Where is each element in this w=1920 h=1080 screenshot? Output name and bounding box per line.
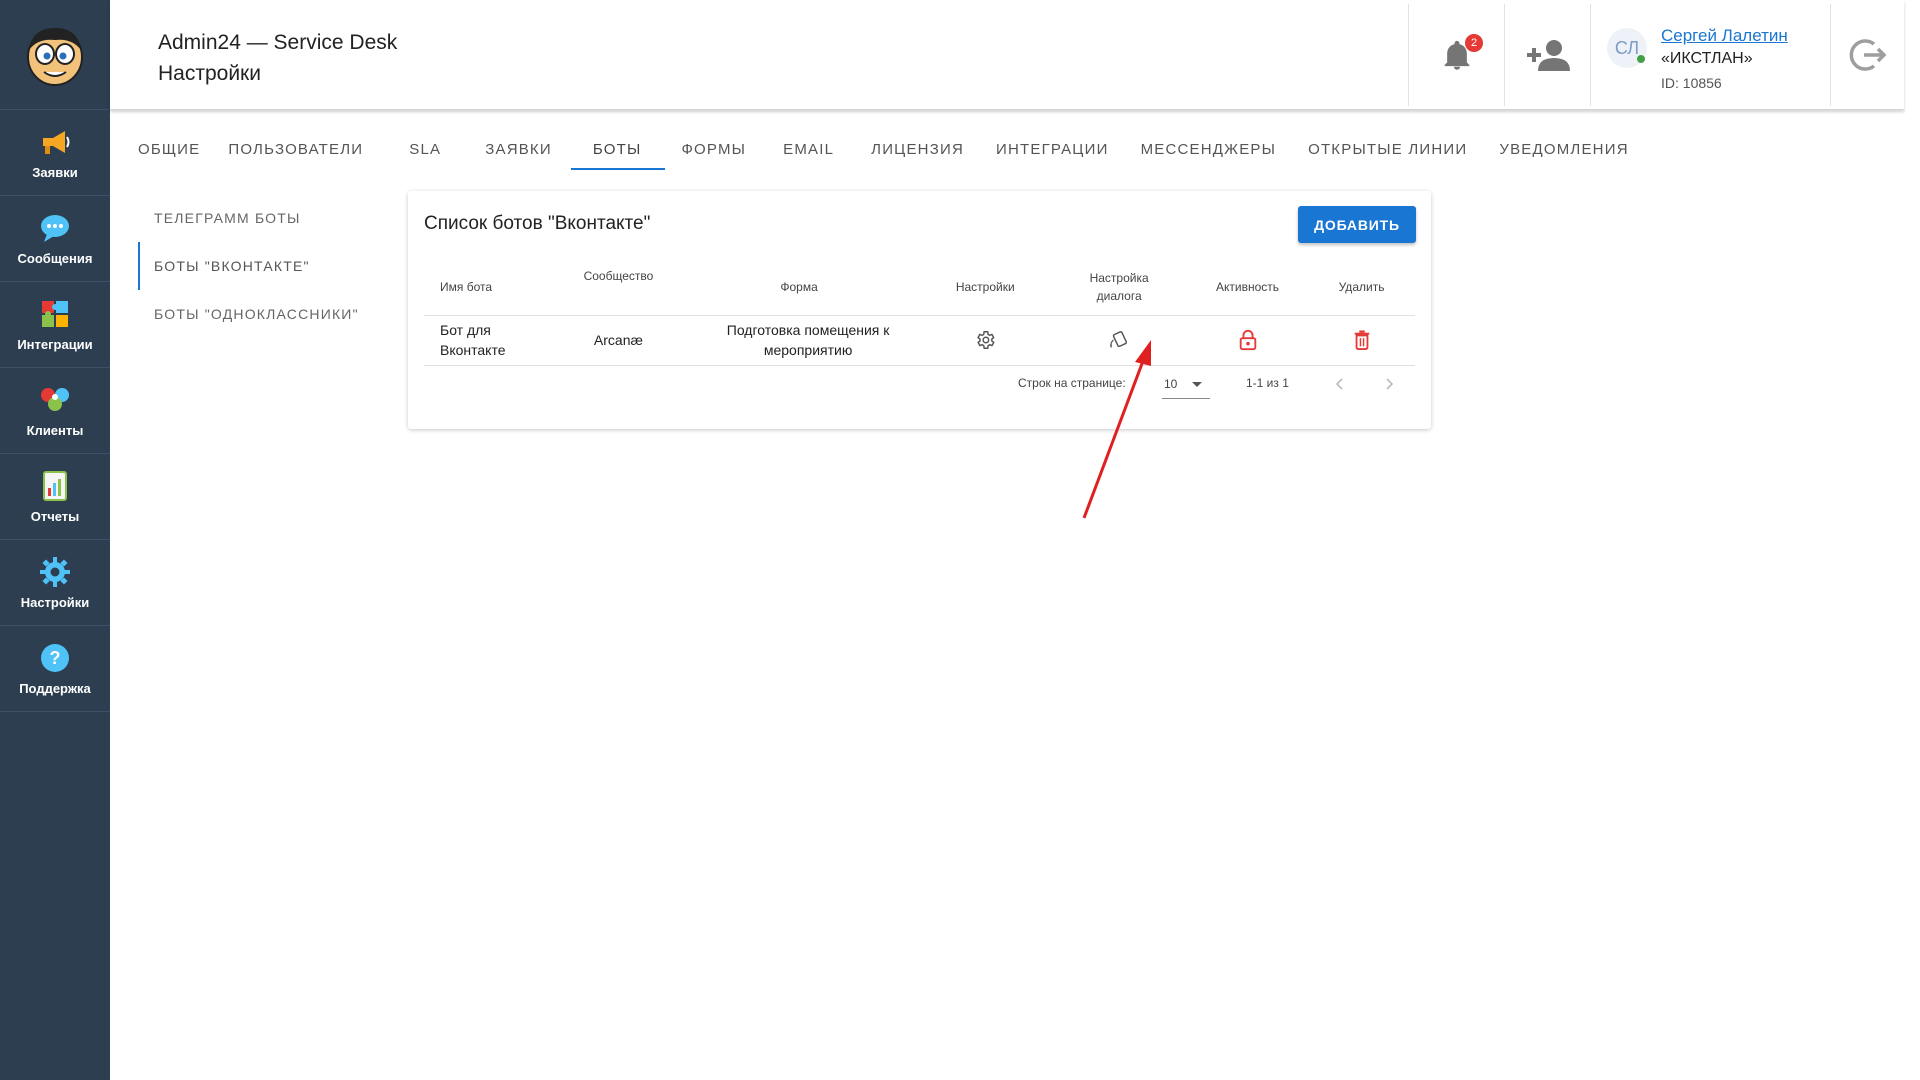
chevron-down-icon — [1192, 382, 1202, 387]
column-header-delete[interactable]: Удалить — [1308, 259, 1415, 316]
sidebar-item-requests[interactable]: Заявки — [0, 110, 110, 196]
tab-users[interactable]: ПОЛЬЗОВАТЕЛИ — [228, 128, 391, 170]
gear-icon — [38, 555, 72, 589]
cell-bot-name: Бот для Вконтакте — [424, 315, 558, 366]
report-icon — [38, 469, 72, 503]
tab-general[interactable]: ОБЩИЕ — [110, 128, 228, 170]
sidebar-item-label: Клиенты — [26, 423, 84, 438]
add-user-button[interactable] — [1504, 4, 1590, 106]
bot-settings-button[interactable] — [970, 325, 1000, 355]
notification-count-badge: 2 — [1465, 34, 1483, 52]
tab-integrations[interactable]: ИНТЕГРАЦИИ — [982, 128, 1127, 170]
swap-dialog-icon — [1110, 330, 1128, 348]
sidebar-item-label: Настройки — [20, 595, 90, 610]
tab-license[interactable]: ЛИЦЕНЗИЯ — [853, 128, 982, 170]
column-header-community[interactable]: Сообщество — [557, 259, 680, 316]
sidebar-item-integrations[interactable]: Интеграции — [0, 282, 110, 368]
cell-community: Arcanæ — [557, 315, 680, 366]
sidebar-item-messages[interactable]: Сообщения — [0, 196, 110, 282]
sidebar-item-settings[interactable]: Настройки — [0, 540, 110, 626]
add-person-icon — [1526, 40, 1570, 71]
column-header-activity[interactable]: Активность — [1186, 259, 1309, 316]
delete-bot-button[interactable] — [1347, 325, 1377, 355]
megaphone-icon — [38, 125, 72, 159]
table-pagination: Строк на странице: 10 1-1 из 1 — [408, 369, 1431, 399]
mascot-logo-icon — [27, 27, 83, 86]
top-header: Admin24 — Service Desk Настройки 2 СЛ Се… — [110, 0, 1904, 110]
user-id: ID: 10856 — [1661, 75, 1722, 91]
sidebar-item-support[interactable]: ? Поддержка — [0, 626, 110, 712]
logout-button[interactable] — [1830, 4, 1904, 106]
tab-email[interactable]: EMAIL — [765, 128, 853, 170]
help-icon: ? — [38, 641, 72, 675]
user-profile: СЛ Сергей Лалетин «ИКСТЛАН» ID: 10856 — [1590, 4, 1830, 106]
puzzle-icon — [38, 297, 72, 331]
rows-per-page-label: Строк на странице: — [1018, 376, 1126, 390]
sidebar-item-label: Сообщения — [17, 251, 93, 266]
tab-open-lines[interactable]: ОТКРЫТЫЕ ЛИНИИ — [1294, 128, 1485, 170]
chevron-left-icon — [1335, 378, 1343, 390]
user-name-link[interactable]: Сергей Лалетин — [1661, 26, 1788, 46]
tab-forms[interactable]: ФОРМЫ — [665, 128, 765, 170]
chat-bubble-icon — [38, 211, 72, 245]
sidebar-item-label: Заявки — [32, 165, 78, 180]
gear-icon — [977, 330, 995, 349]
next-page-button[interactable] — [1378, 373, 1400, 395]
bots-table: Имя бота Сообщество Форма Настройки Наст… — [424, 259, 1415, 366]
dialog-settings-button[interactable] — [1104, 325, 1134, 355]
page-title: Настройки — [158, 62, 261, 85]
add-bot-button[interactable]: ДОБАВИТЬ — [1298, 206, 1416, 243]
sidebar-item-label: Поддержка — [19, 681, 91, 696]
chevron-right-icon — [1386, 378, 1394, 390]
cell-form: Подготовка помещения к мероприятию — [679, 315, 920, 366]
settings-tabs: ОБЩИЕ ПОЛЬЗОВАТЕЛИ SLA ЗАЯВКИ БОТЫ ФОРМЫ… — [110, 128, 1647, 170]
sidebar-item-label: Отчеты — [30, 509, 80, 524]
logout-icon — [1849, 39, 1886, 71]
previous-page-button[interactable] — [1329, 373, 1351, 395]
rows-per-page-select[interactable]: 10 — [1162, 369, 1210, 399]
svg-text:?: ? — [50, 648, 61, 668]
clients-icon — [38, 383, 72, 417]
column-header-settings[interactable]: Настройки — [919, 259, 1052, 316]
column-header-dialog-settings[interactable]: Настройка диалога — [1051, 259, 1187, 316]
app-title: Admin24 — Service Desk — [158, 31, 398, 54]
bots-subnav: ТЕЛЕГРАММ БОТЫ БОТЫ "ВКОНТАКТЕ" БОТЫ "ОД… — [138, 194, 378, 338]
sidebar-item-clients[interactable]: Клиенты — [0, 368, 110, 454]
online-status-dot — [1637, 55, 1645, 63]
activity-toggle-button[interactable] — [1233, 325, 1263, 355]
column-header-form[interactable]: Форма — [679, 259, 920, 316]
tab-sla[interactable]: SLA — [391, 128, 485, 170]
trash-icon — [1354, 330, 1369, 350]
tab-bots[interactable]: БОТЫ — [570, 128, 666, 170]
notifications-button[interactable]: 2 — [1408, 4, 1504, 106]
vk-bots-card: Список ботов "Вконтакте" ДОБАВИТЬ Имя бо… — [408, 191, 1431, 429]
subnav-telegram-bots[interactable]: ТЕЛЕГРАММ БОТЫ — [138, 194, 378, 242]
tab-requests[interactable]: ЗАЯВКИ — [485, 128, 571, 170]
card-title: Список ботов "Вконтакте" — [424, 213, 651, 234]
tab-notifications[interactable]: УВЕДОМЛЕНИЯ — [1485, 128, 1646, 170]
sidebar-item-label: Интеграции — [17, 337, 93, 352]
column-header-bot-name[interactable]: Имя бота — [424, 259, 558, 316]
table-row[interactable]: Бот для Вконтакте Arcanæ Подготовка поме… — [424, 315, 1415, 366]
header-title: Admin24 — Service Desk Настройки — [158, 27, 397, 89]
user-organization: «ИКСТЛАН» — [1661, 50, 1753, 67]
rows-per-page-value: 10 — [1164, 376, 1178, 391]
app-logo[interactable] — [0, 0, 110, 110]
sidebar: Заявки Сообщения Интеграции Клиенты Отче… — [0, 0, 110, 1080]
sidebar-item-reports[interactable]: Отчеты — [0, 454, 110, 540]
lock-open-icon — [1239, 329, 1256, 350]
subnav-vk-bots[interactable]: БОТЫ "ВКОНТАКТЕ" — [138, 242, 378, 290]
subnav-ok-bots[interactable]: БОТЫ "ОДНОКЛАССНИКИ" — [138, 290, 378, 338]
pagination-range: 1-1 из 1 — [1246, 376, 1289, 390]
tab-messengers[interactable]: МЕССЕНДЖЕРЫ — [1127, 128, 1295, 170]
